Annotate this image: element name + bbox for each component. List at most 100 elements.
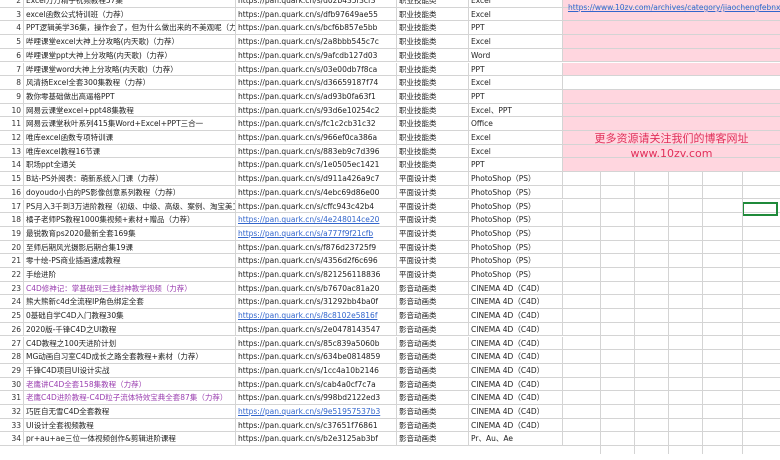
category-cell[interactable]: 影音动画类 bbox=[397, 322, 469, 337]
subcategory-cell[interactable]: PhotoShop（PS） bbox=[469, 213, 563, 227]
title-cell[interactable]: 网易云课堂秋叶系列415集Word+Excel+PPT三合一 bbox=[24, 117, 236, 131]
row-number-cell[interactable]: 33 bbox=[0, 418, 24, 433]
category-cell[interactable]: 平面设计类 bbox=[397, 199, 469, 214]
title-cell[interactable]: 职场ppt全通关 bbox=[24, 158, 236, 173]
side-cell[interactable] bbox=[563, 117, 780, 131]
side-cell[interactable] bbox=[563, 405, 780, 419]
row-number-cell[interactable]: 32 bbox=[0, 405, 24, 419]
side-cell[interactable] bbox=[563, 89, 780, 104]
table-row[interactable]: 4 PPT逻辑美学36集，操作会了，但为什么做出来的不美观呢（力荐） https:/… bbox=[0, 21, 780, 36]
category-cell[interactable]: 职业技能类 bbox=[397, 0, 469, 8]
title-cell[interactable]: excel函数公式特训班（力荐） bbox=[24, 7, 236, 22]
category-cell[interactable]: 平面设计类 bbox=[397, 240, 469, 255]
link-cell[interactable]: https://pan.quark.cn/s/966ef0ca386a bbox=[236, 131, 397, 145]
category-cell[interactable]: 影音动画类 bbox=[397, 281, 469, 296]
row-number-cell[interactable]: 14 bbox=[0, 158, 24, 173]
category-cell[interactable]: 平面设计类 bbox=[397, 268, 469, 282]
link-cell[interactable]: https://pan.quark.cn/s/b2e3125ab3bf bbox=[236, 432, 397, 447]
category-cell[interactable]: 影音动画类 bbox=[397, 377, 469, 392]
link-cell[interactable]: https://pan.quark.cn/s/d911a426a9c7 bbox=[236, 172, 397, 186]
row-number-cell[interactable]: 10 bbox=[0, 103, 24, 118]
title-cell[interactable]: 哔哩课堂word大神上分攻略(内天歌)（力荐） bbox=[24, 62, 236, 77]
category-cell[interactable]: 影音动画类 bbox=[397, 432, 469, 447]
category-cell[interactable]: 平面设计类 bbox=[397, 213, 469, 227]
link-cell[interactable]: https://pan.quark.cn/s/dfb97649ae55 bbox=[236, 7, 397, 22]
row-number-cell[interactable]: 9 bbox=[0, 89, 24, 104]
subcategory-cell[interactable]: PhotoShop（PS） bbox=[469, 199, 563, 214]
category-cell[interactable]: 职业技能类 bbox=[397, 144, 469, 159]
link-cell[interactable]: https://pan.quark.cn/s/b7670ac81a20 bbox=[236, 281, 397, 296]
subcategory-cell[interactable]: Excel bbox=[469, 131, 563, 145]
row-number-cell[interactable]: 20 bbox=[0, 240, 24, 255]
row-number-cell[interactable]: 25 bbox=[0, 309, 24, 323]
title-cell[interactable]: PPT逻辑美学36集，操作会了，但为什么做出来的不美观呢（力荐） bbox=[24, 21, 236, 36]
link-cell[interactable]: https://pan.quark.cn/s/883eb9c7d396 bbox=[236, 144, 397, 159]
title-cell[interactable]: B站-PS外阅表：萌新系统入门课（力荐） bbox=[24, 172, 236, 186]
title-cell[interactable]: PS月入3千到3万进阶教程（初级、中级、高级、案例、淘宝美工 bbox=[24, 199, 236, 214]
category-cell[interactable]: 影音动画类 bbox=[397, 363, 469, 378]
row-number-cell[interactable]: 8 bbox=[0, 76, 24, 90]
title-cell[interactable]: 零十绘-PS商业插画速成教程 bbox=[24, 254, 236, 268]
table-row[interactable]: 17 PS月入3千到3万进阶教程（初级、中级、高级、案例、淘宝美工 https://… bbox=[0, 199, 780, 214]
side-cell[interactable] bbox=[563, 295, 780, 310]
category-cell[interactable]: 影音动画类 bbox=[397, 405, 469, 419]
subcategory-cell[interactable]: PPT bbox=[469, 89, 563, 104]
row-number-cell[interactable]: 18 bbox=[0, 213, 24, 227]
table-row[interactable]: 5 哔哩课堂excel大神上分攻略(内天歌)（力荐） https://pan.qua… bbox=[0, 35, 780, 49]
row-number-cell[interactable]: 6 bbox=[0, 48, 24, 63]
table-row[interactable]: 26 2020版-千锋C4D之UI教程 https://pan.quark.cn/s… bbox=[0, 322, 780, 337]
title-cell[interactable]: 哔哩课堂excel大神上分攻略(内天歌)（力荐） bbox=[24, 35, 236, 49]
link-cell[interactable]: https://pan.quark.cn/s/fc1c2cb31c32 bbox=[236, 117, 397, 131]
title-cell[interactable]: 至师后期风光摄影后期合集19课 bbox=[24, 240, 236, 255]
category-cell[interactable]: 平面设计类 bbox=[397, 254, 469, 268]
category-cell[interactable]: 职业技能类 bbox=[397, 7, 469, 22]
table-row[interactable]: 30 老鹰讲C4D全套158集教程（力荐） https://pan.quark.cn… bbox=[0, 377, 780, 392]
table-row[interactable]: 25 0基础自学C4D入门教程30集 https://pan.quark.cn/s/… bbox=[0, 309, 780, 323]
row-number-cell[interactable]: 4 bbox=[0, 21, 24, 36]
category-cell[interactable]: 职业技能类 bbox=[397, 117, 469, 131]
subcategory-cell[interactable]: CINEMA 4D（C4D） bbox=[469, 281, 563, 296]
subcategory-cell[interactable]: Office bbox=[469, 117, 563, 131]
title-cell[interactable]: MG动画自习室C4D成长之路全套教程+素材（力荐） bbox=[24, 350, 236, 364]
row-number-cell[interactable]: 5 bbox=[0, 35, 24, 49]
category-cell[interactable]: 平面设计类 bbox=[397, 172, 469, 186]
row-number-cell[interactable]: 28 bbox=[0, 350, 24, 364]
link-cell[interactable]: https://pan.quark.cn/s/8c8102e5816f bbox=[236, 309, 397, 323]
title-cell[interactable]: C4D教程之100天进阶计划 bbox=[24, 336, 236, 351]
row-number-cell[interactable]: 2 bbox=[0, 0, 24, 8]
category-cell[interactable]: 职业技能类 bbox=[397, 89, 469, 104]
category-cell[interactable]: 职业技能类 bbox=[397, 21, 469, 36]
subcategory-cell[interactable]: Excel、PPT bbox=[469, 103, 563, 118]
row-number-cell[interactable]: 29 bbox=[0, 363, 24, 378]
link-cell[interactable]: https://pan.quark.cn/s/03e00db7f8ca bbox=[236, 62, 397, 77]
side-cell[interactable] bbox=[563, 323, 780, 337]
link-cell[interactable]: https://pan.quark.cn/s/998bd2122ed3 bbox=[236, 391, 397, 405]
subcategory-cell[interactable]: Word bbox=[469, 48, 563, 63]
link-cell[interactable]: https://pan.quark.cn/s/4356d2f6c696 bbox=[236, 254, 397, 268]
subcategory-cell[interactable]: CINEMA 4D（C4D） bbox=[469, 405, 563, 419]
side-cell[interactable] bbox=[563, 391, 780, 405]
link-cell[interactable]: https://pan.quark.cn/s/bcf6b857e5bb bbox=[236, 21, 397, 36]
table-row[interactable]: 11 网易云课堂秋叶系列415集Word+Excel+PPT三合一 https://… bbox=[0, 117, 780, 131]
title-cell[interactable]: 风清扬Excel全套300集教程（力荐） bbox=[24, 76, 236, 90]
link-cell[interactable]: https://pan.quark.cn/s/4ebc69d86e00 bbox=[236, 185, 397, 200]
category-cell[interactable]: 影音动画类 bbox=[397, 350, 469, 364]
side-cell[interactable] bbox=[563, 254, 780, 268]
category-cell[interactable]: 职业技能类 bbox=[397, 62, 469, 77]
category-cell[interactable]: 影音动画类 bbox=[397, 309, 469, 323]
row-number-cell[interactable]: 13 bbox=[0, 144, 24, 159]
row-number-cell[interactable]: 31 bbox=[0, 391, 24, 405]
row-number-cell[interactable]: 23 bbox=[0, 281, 24, 296]
subcategory-cell[interactable]: PhotoShop（PS） bbox=[469, 240, 563, 255]
title-cell[interactable]: 网易云课堂excel+ppt48集教程 bbox=[24, 103, 236, 118]
category-cell[interactable]: 影音动画类 bbox=[397, 336, 469, 351]
subcategory-cell[interactable]: CINEMA 4D（C4D） bbox=[469, 418, 563, 433]
side-cell[interactable] bbox=[563, 35, 780, 49]
title-cell[interactable]: 教你零基础做出高逼格PPT bbox=[24, 89, 236, 104]
side-cell[interactable] bbox=[563, 21, 780, 36]
title-cell[interactable]: pr+au+ae三位一体视频创作&剪辑进阶课程 bbox=[24, 432, 236, 447]
subcategory-cell[interactable]: CINEMA 4D（C4D） bbox=[469, 350, 563, 364]
side-cell[interactable] bbox=[563, 76, 780, 90]
title-cell[interactable]: doyoudo小白的PS影像创意系列教程（力荐） bbox=[24, 185, 236, 200]
table-row[interactable]: 21 零十绘-PS商业插画速成教程 https://pan.quark.cn/s/4… bbox=[0, 254, 780, 268]
